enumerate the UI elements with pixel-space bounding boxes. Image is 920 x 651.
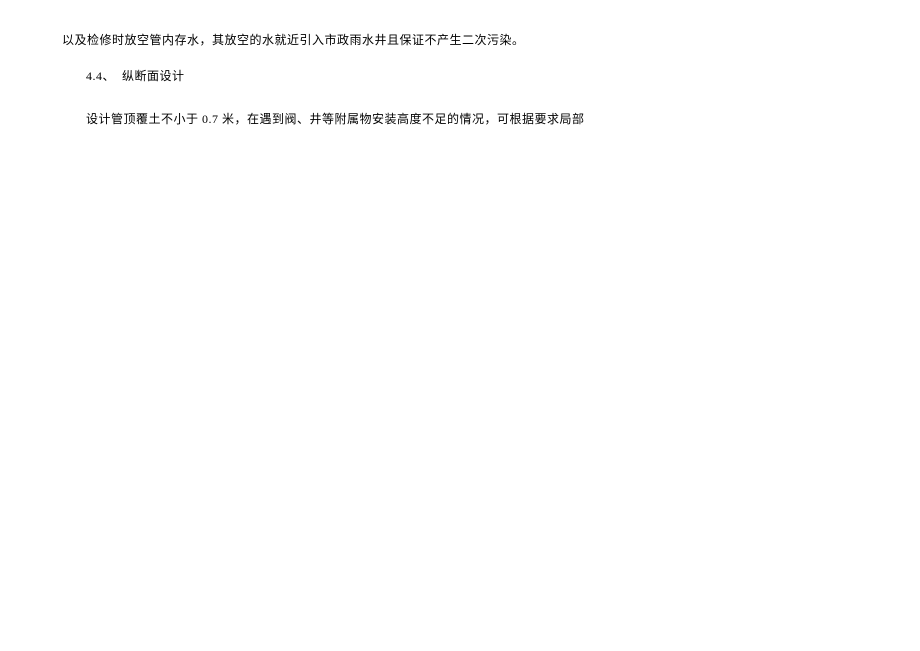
document-page: 以及检修时放空管内存水，其放空的水就近引入市政雨水井且保证不产生二次污染。 4.… [0, 0, 920, 131]
paragraph-line-1: 以及检修时放空管内存水，其放空的水就近引入市政雨水井且保证不产生二次污染。 [62, 30, 840, 52]
paragraph-line-3: 设计管顶覆土不小于 0.7 米，在遇到阀、井等附属物安装高度不足的情况，可根据要… [62, 109, 840, 131]
line3-number: 0.7 [202, 112, 219, 126]
section-separator: 、 [103, 69, 116, 83]
section-number: 4.4 [86, 69, 103, 83]
line3-text-before: 设计管顶覆土不小于 [86, 112, 202, 126]
section-title: 纵断面设计 [122, 69, 185, 83]
section-heading: 4.4、 纵断面设计 [62, 66, 840, 88]
line3-text-after: 米，在遇到阀、井等附属物安装高度不足的情况，可根据要求局部 [219, 112, 585, 126]
